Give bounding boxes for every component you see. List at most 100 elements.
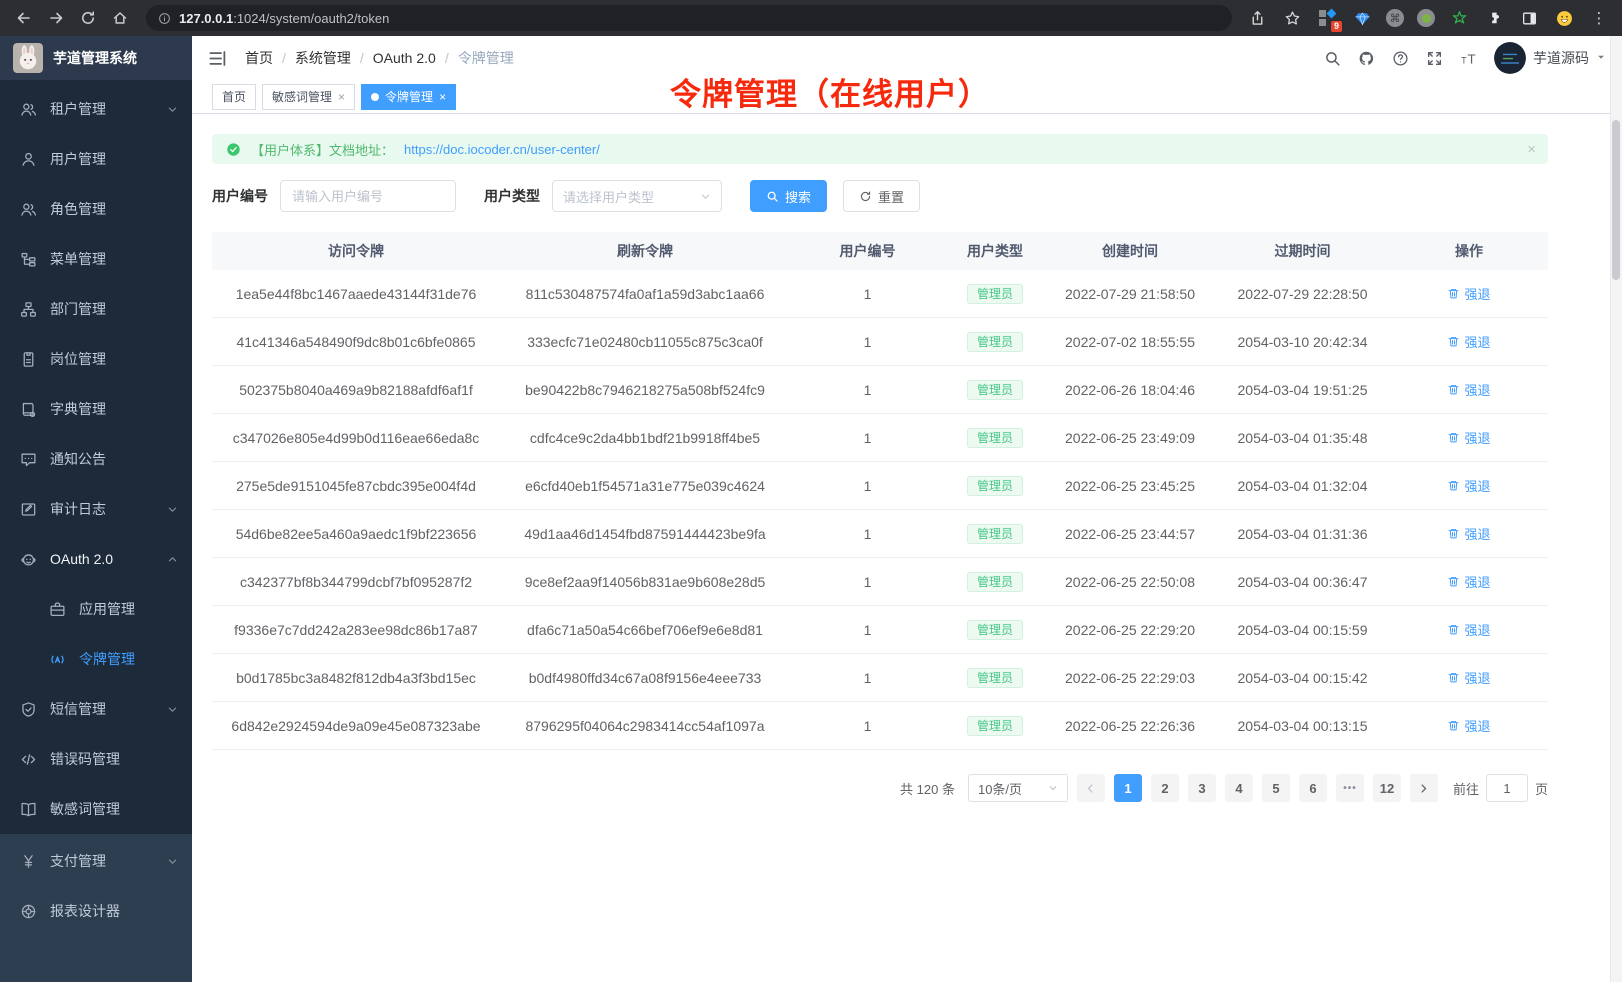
force-logout-button[interactable]: 强退 <box>1447 716 1490 735</box>
force-logout-button[interactable]: 强退 <box>1447 332 1490 351</box>
tab-sensitive-word[interactable]: 敏感词管理× <box>262 84 355 110</box>
tree-icon <box>20 251 37 268</box>
app-logo[interactable]: 芋道管理系统 <box>0 36 192 80</box>
sidebar-item-dict[interactable]: 字典管理 <box>0 384 192 434</box>
page-button-2[interactable]: 2 <box>1151 774 1179 802</box>
book-icon <box>20 801 37 818</box>
sidebar-collapse-icon[interactable] <box>208 49 227 68</box>
force-logout-button[interactable]: 强退 <box>1447 284 1490 303</box>
page-size-select[interactable]: 10条/页 <box>968 774 1068 802</box>
search-button[interactable]: 搜索 <box>750 180 827 212</box>
user-type-select[interactable]: 请选择用户类型 <box>552 180 722 212</box>
close-icon[interactable]: × <box>439 91 446 103</box>
command-extension-icon[interactable]: ⌘ <box>1386 9 1404 27</box>
force-logout-button[interactable]: 强退 <box>1447 428 1490 447</box>
sidebar-item-user[interactable]: 用户管理 <box>0 134 192 184</box>
refresh-token-cell: 49d1aa46d1454fbd87591444423be9fa <box>500 526 790 542</box>
signal-icon <box>49 651 66 668</box>
force-logout-button[interactable]: 强退 <box>1447 668 1490 687</box>
force-logout-button[interactable]: 强退 <box>1447 572 1490 591</box>
yen-icon <box>20 853 37 870</box>
sidebar-item-tenant[interactable]: 租户管理 <box>0 84 192 134</box>
browser-reload-icon[interactable] <box>76 6 100 30</box>
tab-token[interactable]: 令牌管理 × <box>361 84 456 110</box>
breadcrumb-home[interactable]: 首页 <box>245 48 273 68</box>
sidebar-item-notice[interactable]: 通知公告 <box>0 434 192 484</box>
url-bar[interactable]: 127.0.0.1:1024/system/oauth2/token <box>146 5 1232 31</box>
actions-cell: 强退 <box>1390 668 1548 687</box>
page-button-3[interactable]: 3 <box>1188 774 1216 802</box>
expire-time-cell: 2054-03-04 00:15:59 <box>1215 622 1390 638</box>
sidebar-item-oauth2-app[interactable]: 应用管理 <box>0 584 192 634</box>
page-scrollbar[interactable] <box>1610 36 1622 982</box>
sidebar-item-role[interactable]: 角色管理 <box>0 184 192 234</box>
trash-icon <box>1447 479 1460 492</box>
page-button-1[interactable]: 1 <box>1114 774 1142 802</box>
notice-close-icon[interactable]: × <box>1527 141 1536 158</box>
extensions-puzzle-icon[interactable] <box>1483 7 1505 29</box>
notice-text: 【用户体系】文档地址： <box>251 140 394 159</box>
scrollbar-thumb[interactable] <box>1612 120 1620 280</box>
browser-forward-icon[interactable] <box>44 6 68 30</box>
sidebar-item-dept[interactable]: 部门管理 <box>0 284 192 334</box>
force-logout-button[interactable]: 强退 <box>1447 524 1490 543</box>
sidebar-item-pay[interactable]: 支付管理 <box>0 836 192 886</box>
sidebar-menu: 租户管理用户管理角色管理菜单管理部门管理岗位管理字典管理通知公告审计日志OAut… <box>0 80 192 834</box>
sidebar-item-error-code[interactable]: 错误码管理 <box>0 734 192 784</box>
search-icon[interactable] <box>1324 50 1341 67</box>
jump-page-input[interactable] <box>1486 774 1528 802</box>
sidebar-item-post[interactable]: 岗位管理 <box>0 334 192 384</box>
breadcrumb-system[interactable]: 系统管理 <box>295 48 351 68</box>
browser-home-icon[interactable] <box>108 6 132 30</box>
force-logout-button[interactable]: 强退 <box>1447 620 1490 639</box>
users-icon <box>20 201 37 218</box>
page-ellipsis[interactable]: ••• <box>1336 774 1364 802</box>
doc-link[interactable]: https://doc.iocoder.cn/user-center/ <box>404 142 600 157</box>
sidebar-item-sms[interactable]: 短信管理 <box>0 684 192 734</box>
briefcase-icon <box>49 601 66 618</box>
reset-button[interactable]: 重置 <box>843 180 920 212</box>
user-type-tag: 管理员 <box>967 380 1023 400</box>
user-id-input[interactable] <box>280 180 456 212</box>
sidebar-item-oauth2[interactable]: OAuth 2.0 <box>0 534 192 584</box>
split-view-icon[interactable] <box>1518 7 1540 29</box>
trash-icon <box>1447 287 1460 300</box>
page-button-4[interactable]: 4 <box>1225 774 1253 802</box>
gem-extension-icon[interactable] <box>1351 7 1373 29</box>
page-button-12[interactable]: 12 <box>1373 774 1401 802</box>
tab-label: 令牌管理 <box>385 88 433 105</box>
page-button-5[interactable]: 5 <box>1262 774 1290 802</box>
extension-grid-icon[interactable]: 9 <box>1316 7 1338 29</box>
breadcrumb-oauth2[interactable]: OAuth 2.0 <box>373 50 436 66</box>
actions-cell: 强退 <box>1390 380 1548 399</box>
table-row: 1ea5e44f8bc1467aaede43144f31de76811c5304… <box>212 270 1548 318</box>
help-icon[interactable] <box>1392 50 1409 67</box>
main-area: 首页 / 系统管理 / OAuth 2.0 / 令牌管理 TT <box>192 36 1622 982</box>
col-expires: 过期时间 <box>1215 241 1390 261</box>
share-icon[interactable] <box>1246 7 1268 29</box>
font-size-icon[interactable]: TT <box>1460 50 1477 67</box>
bookmark-star-icon[interactable] <box>1281 7 1303 29</box>
force-logout-button[interactable]: 强退 <box>1447 380 1490 399</box>
close-icon[interactable]: × <box>338 91 345 103</box>
next-page-button[interactable] <box>1410 774 1438 802</box>
force-logout-button[interactable]: 强退 <box>1447 476 1490 495</box>
sidebar-item-sensitive-word[interactable]: 敏感词管理 <box>0 784 192 834</box>
fullscreen-icon[interactable] <box>1426 50 1443 67</box>
sidebar-item-audit-log[interactable]: 审计日志 <box>0 484 192 534</box>
prev-page-button[interactable] <box>1077 774 1105 802</box>
expire-time-cell: 2054-03-04 01:32:04 <box>1215 478 1390 494</box>
sidebar-item-menu[interactable]: 菜单管理 <box>0 234 192 284</box>
browser-menu-icon[interactable]: ⋮ <box>1588 7 1610 29</box>
sidebar-item-report-designer[interactable]: 报表设计器 <box>0 886 192 936</box>
profile-avatar-icon[interactable] <box>1553 7 1575 29</box>
site-info-icon[interactable] <box>158 12 171 25</box>
tab-home[interactable]: 首页 <box>212 84 256 110</box>
page-button-6[interactable]: 6 <box>1299 774 1327 802</box>
github-icon[interactable] <box>1358 50 1375 67</box>
user-menu[interactable]: 芋道源码 <box>1494 42 1606 74</box>
browser-back-icon[interactable] <box>12 6 36 30</box>
star-extension-icon[interactable] <box>1448 7 1470 29</box>
recorder-extension-icon[interactable] <box>1417 9 1435 27</box>
sidebar-item-oauth2-token[interactable]: 令牌管理 <box>0 634 192 684</box>
